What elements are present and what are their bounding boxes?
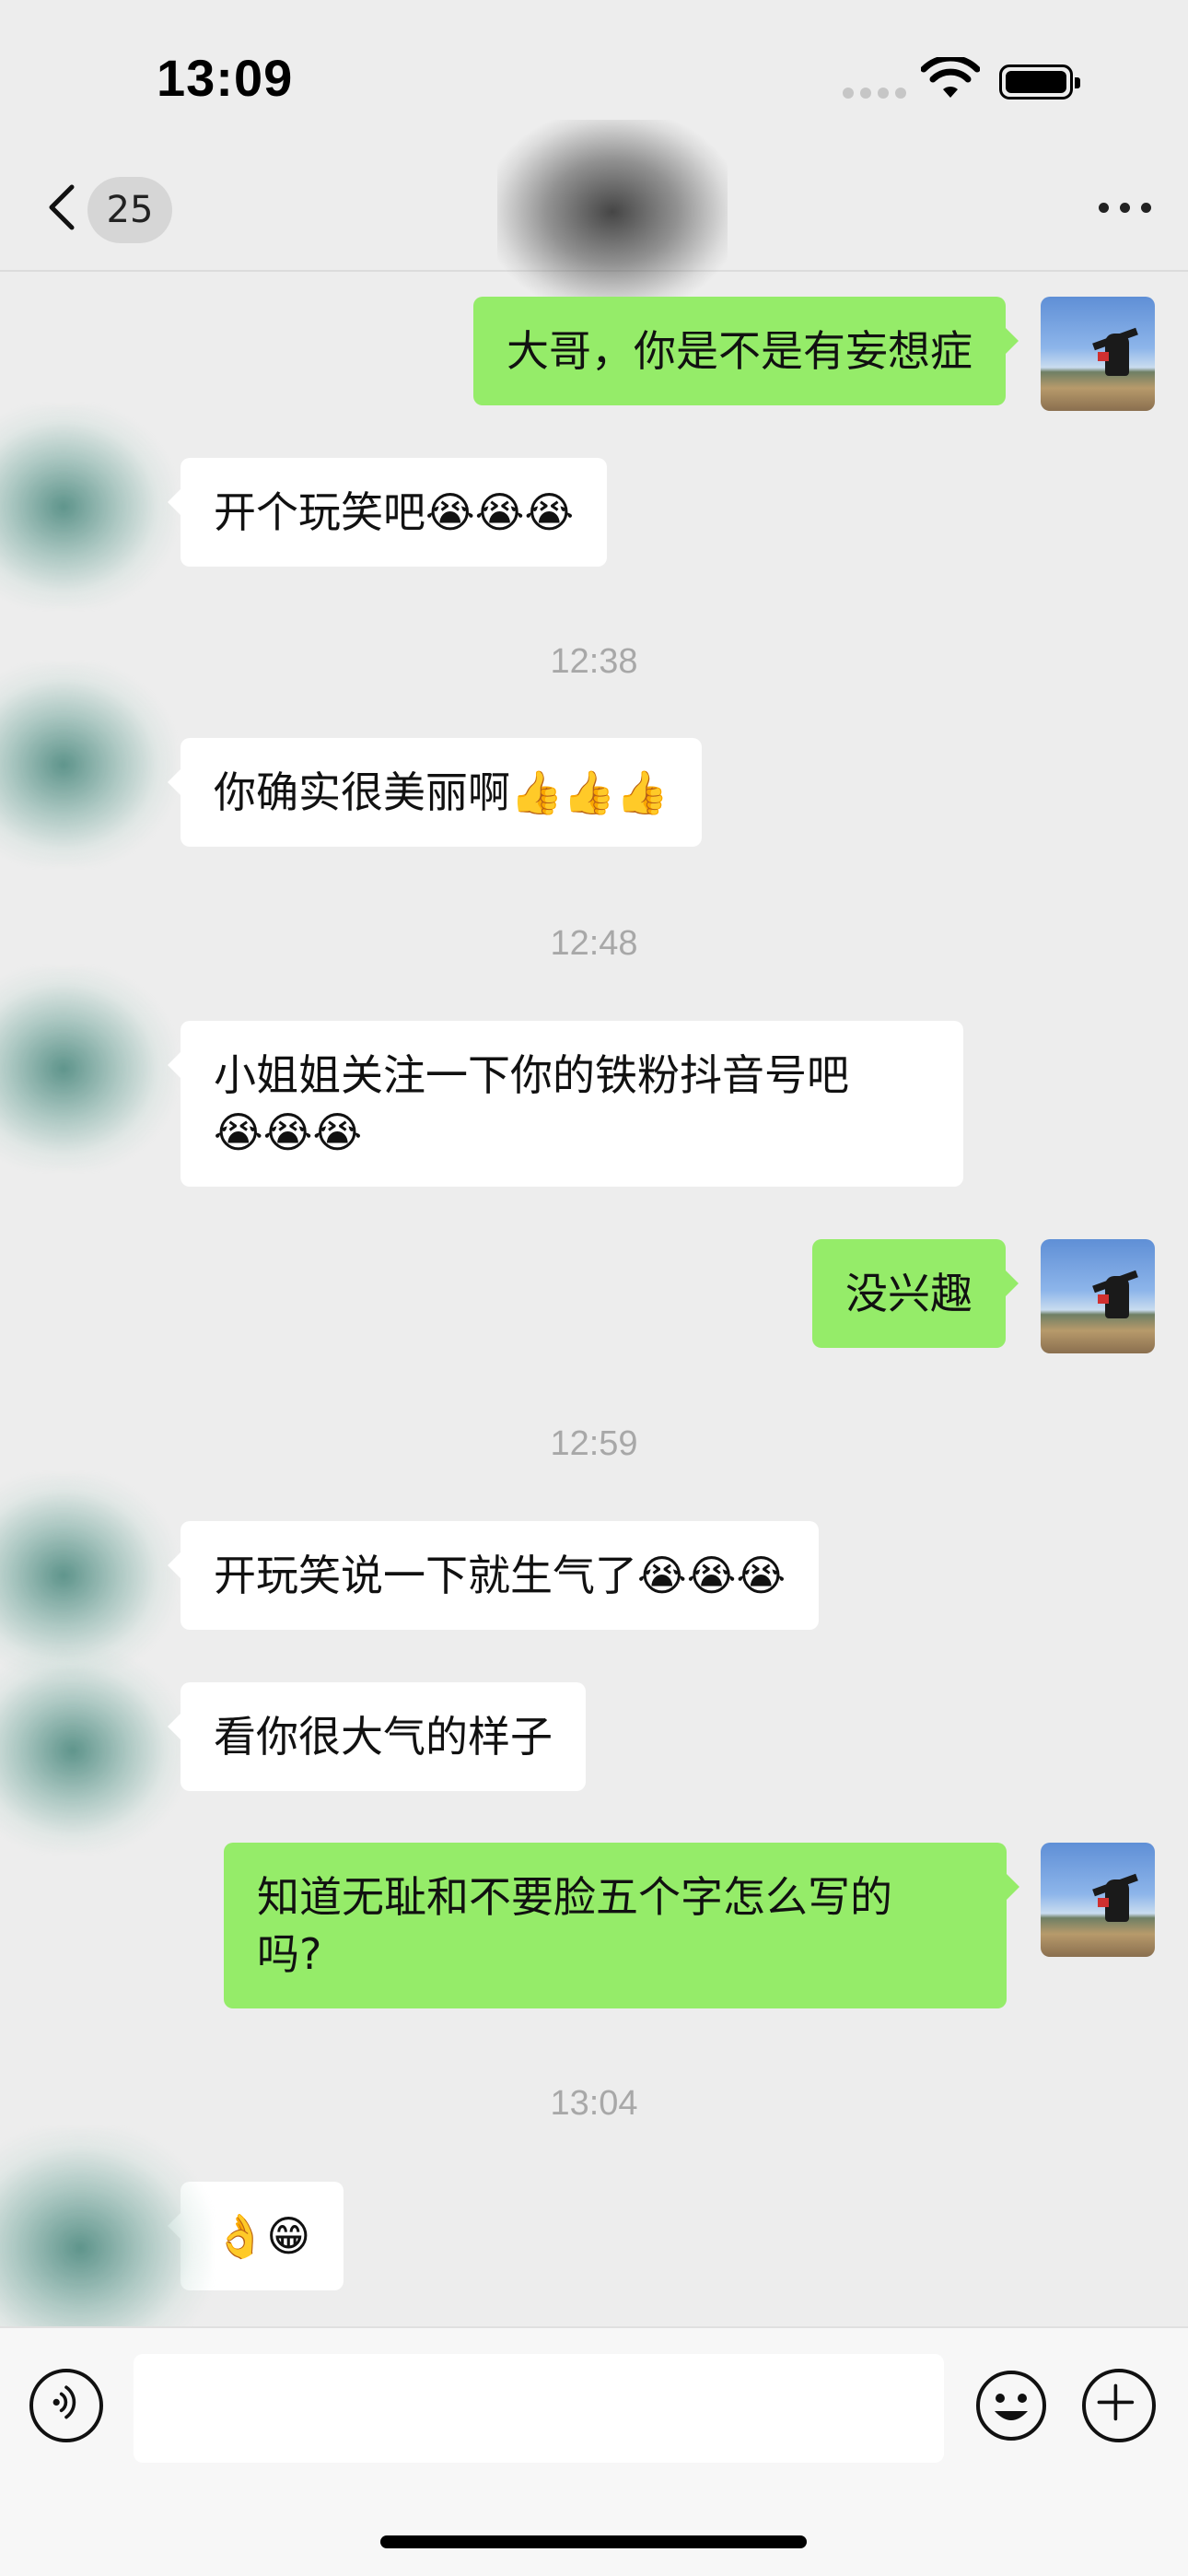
message-timestamp: 12:59	[550, 1424, 638, 1463]
cellular-signal-icon	[843, 88, 906, 99]
battery-icon	[999, 64, 1080, 100]
message-text: 没兴趣	[845, 1269, 973, 1318]
message-bubble-incoming[interactable]: 开玩笑说一下就生气了😭😭😭	[167, 1521, 820, 1630]
message-bubble-outgoing[interactable]: 知道无耻和不要脸五个字怎么写的 吗?	[224, 1843, 1019, 2008]
voice-input-button[interactable]	[29, 2369, 103, 2442]
more-icon[interactable]	[1099, 203, 1151, 213]
my-avatar[interactable]	[1041, 1843, 1155, 1957]
status-time: 13:09	[157, 49, 294, 107]
contact-avatar[interactable]	[0, 967, 175, 1170]
message-bubble-incoming[interactable]: 小姐姐关注一下你的铁粉抖音号吧 😭😭😭	[168, 1021, 963, 1187]
message-text: 开玩笑说一下就生气了😭😭😭	[214, 1551, 786, 1600]
message-input[interactable]	[134, 2354, 944, 2463]
message-text: 小姐姐关注一下你的铁粉抖音号吧	[214, 1050, 849, 1100]
message-bubble-incoming[interactable]: 看你很大气的样子	[168, 1682, 586, 1791]
message-text: 看你很大气的样子	[214, 1712, 553, 1762]
message-timestamp: 12:48	[550, 924, 638, 963]
contact-avatar[interactable]	[0, 1649, 184, 1852]
my-avatar[interactable]	[1041, 1239, 1155, 1353]
emoji-icon[interactable]	[974, 2369, 1048, 2442]
contact-name-redacted	[497, 120, 728, 304]
chat-header: 25	[0, 120, 1188, 304]
message-text: 开个玩笑吧😭😭😭	[214, 487, 575, 537]
message-text: 😭😭😭	[214, 1107, 363, 1157]
contact-avatar[interactable]	[0, 405, 175, 608]
message-text: 👌😁	[214, 2211, 311, 2261]
back-icon[interactable]	[37, 180, 92, 235]
message-text: 知道无耻和不要脸五个字怎么写的	[257, 1872, 892, 1922]
message-bubble-incoming[interactable]: 你确实很美丽啊👍👍👍	[168, 738, 702, 847]
wifi-icon	[921, 57, 980, 98]
message-timestamp: 12:38	[550, 642, 638, 681]
message-text: 大哥，你是不是有妄想症	[507, 326, 973, 376]
home-indicator[interactable]	[380, 2535, 807, 2548]
contact-avatar[interactable]	[0, 1474, 175, 1677]
plus-icon	[1097, 2383, 1135, 2421]
message-text: 吗?	[257, 1929, 322, 1979]
message-timestamp: 13:04	[550, 2084, 638, 2123]
message-text: 你确实很美丽啊👍👍👍	[214, 767, 669, 817]
message-bubble-outgoing[interactable]: 没兴趣	[812, 1239, 1019, 1348]
more-functions-button[interactable]	[1082, 2369, 1156, 2442]
message-bubble-incoming[interactable]: 开个玩笑吧😭😭😭	[167, 458, 608, 567]
message-bubble-outgoing[interactable]: 大哥，你是不是有妄想症	[473, 297, 1019, 405]
unread-count-badge[interactable]: 25	[87, 177, 172, 243]
contact-avatar[interactable]	[0, 663, 175, 866]
voice-icon	[52, 2385, 76, 2419]
my-avatar[interactable]	[1041, 297, 1155, 411]
